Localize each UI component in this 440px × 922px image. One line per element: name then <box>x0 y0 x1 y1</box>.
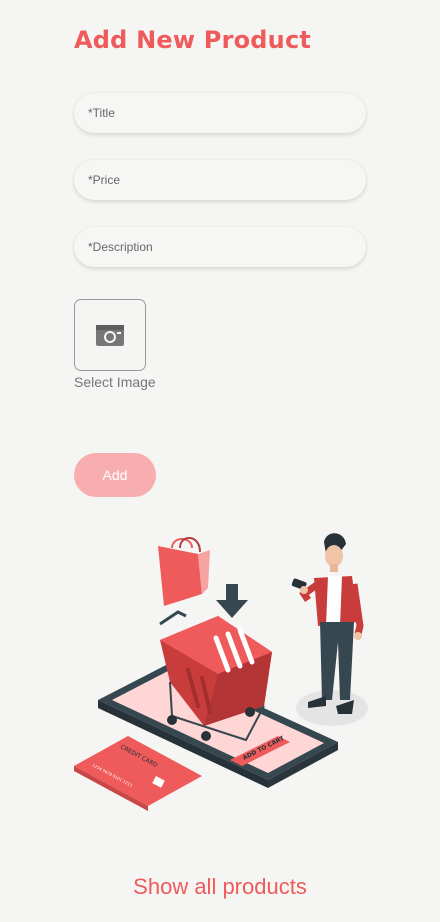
shopping-bag-illustration <box>158 537 210 606</box>
title-input[interactable] <box>74 93 366 133</box>
select-image-button[interactable] <box>74 299 146 371</box>
camera-icon <box>96 325 124 346</box>
add-button[interactable]: Add <box>74 453 156 497</box>
page-title: Add New Product <box>74 26 312 54</box>
down-arrow-illustration <box>216 584 248 618</box>
select-image-label: Select Image <box>74 374 156 390</box>
shopping-illustration: ADD TO CART CREDIT CARD 1234 5678 9101 1… <box>74 533 368 811</box>
show-all-products-link[interactable]: Show all products <box>0 874 440 900</box>
description-input[interactable] <box>74 227 366 267</box>
price-input[interactable] <box>74 160 366 200</box>
person-illustration <box>291 533 364 714</box>
